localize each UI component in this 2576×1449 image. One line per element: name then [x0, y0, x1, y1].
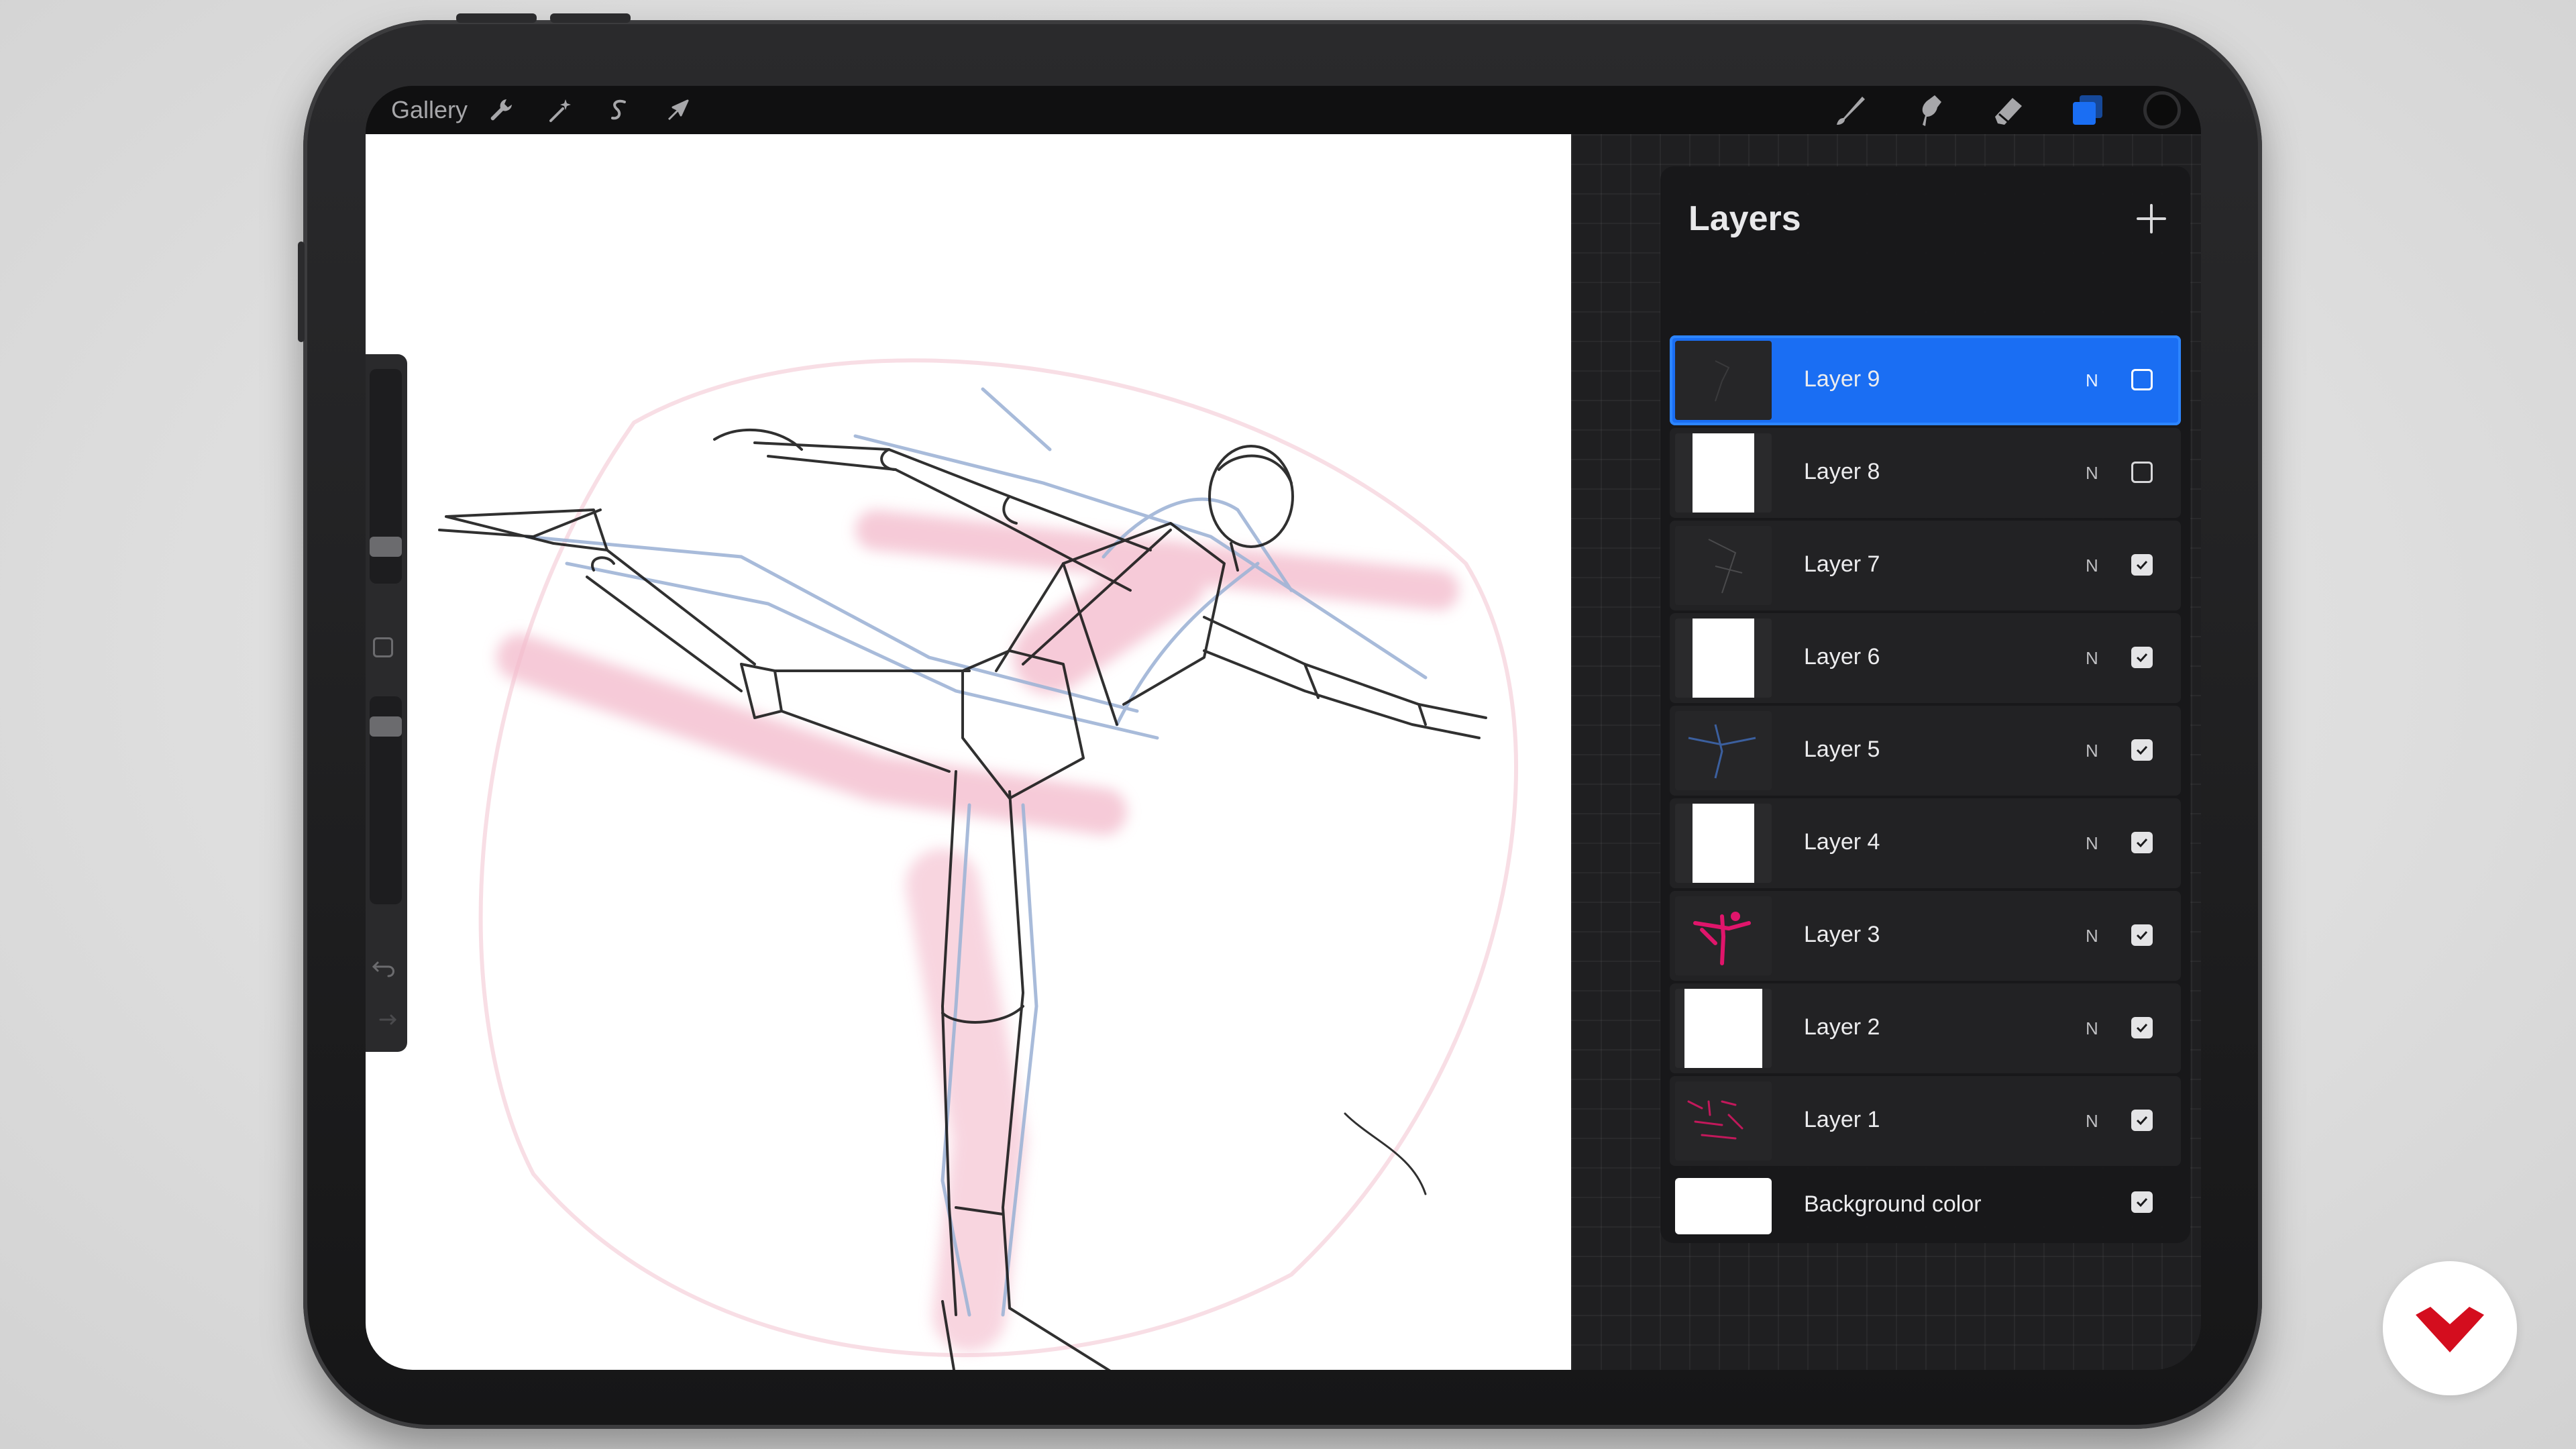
- volume-button: [456, 13, 537, 23]
- visibility-checkbox[interactable]: [2131, 1017, 2153, 1038]
- visibility-checkbox[interactable]: [2131, 462, 2153, 483]
- blend-mode-button[interactable]: N: [2086, 1111, 2098, 1132]
- smudge-icon[interactable]: [1906, 87, 1953, 133]
- checkmark-icon: [2136, 1197, 2148, 1208]
- layer-thumbnail: [1675, 711, 1772, 790]
- blend-mode-button[interactable]: N: [2086, 370, 2098, 391]
- layers-title: Layers: [1688, 199, 1801, 238]
- visibility-checkbox[interactable]: [2131, 739, 2153, 761]
- blend-mode-button[interactable]: N: [2086, 648, 2098, 669]
- checkmark-icon: [2136, 1116, 2148, 1126]
- layer-row-layer-8[interactable]: Layer 8 N: [1670, 428, 2181, 518]
- checkmark-icon: [2136, 930, 2148, 941]
- checkmark-icon: [2136, 653, 2148, 663]
- layer-row-layer-2[interactable]: Layer 2 N: [1670, 983, 2181, 1073]
- layer-name: Layer 9: [1804, 366, 1880, 392]
- layer-name: Layer 5: [1804, 737, 1880, 762]
- magic-wand-icon[interactable]: [540, 90, 580, 130]
- drawing-canvas[interactable]: [366, 134, 1571, 1370]
- visibility-checkbox[interactable]: [2131, 832, 2153, 853]
- layer-thumbnail: [1675, 989, 1772, 1068]
- brand-logo: [2383, 1261, 2517, 1395]
- opacity-slider[interactable]: [370, 696, 402, 904]
- visibility-checkbox[interactable]: [2131, 1191, 2153, 1213]
- layers-icon[interactable]: [2064, 87, 2111, 133]
- layer-row-layer-1[interactable]: Layer 1 N: [1670, 1076, 2181, 1166]
- layer-thumbnail: [1675, 619, 1772, 698]
- layer-row-layer-5[interactable]: Layer 5 N: [1670, 706, 2181, 796]
- layer-name: Layer 7: [1804, 551, 1880, 577]
- visibility-checkbox[interactable]: [2131, 647, 2153, 668]
- layer-name: Layer 1: [1804, 1107, 1880, 1132]
- gallery-button[interactable]: Gallery: [378, 96, 481, 124]
- wrench-icon[interactable]: [481, 90, 521, 130]
- add-layer-icon[interactable]: [2131, 199, 2171, 239]
- brand-logo-icon: [2416, 1307, 2484, 1352]
- checkmark-icon: [2136, 838, 2148, 848]
- layer-name: Background color: [1804, 1191, 1982, 1217]
- sidebar: [366, 354, 407, 1052]
- brush-icon[interactable]: [1827, 87, 1874, 133]
- layers-panel: Layers Layer 9 N Layer 8 N Layer 7 N Lay…: [1660, 166, 2190, 1243]
- layer-name: Layer 3: [1804, 922, 1880, 947]
- layer-name: Layer 6: [1804, 644, 1880, 669]
- top-toolbar: Gallery: [366, 86, 2201, 134]
- layer-row-layer-4[interactable]: Layer 4 N: [1670, 798, 2181, 888]
- blend-mode-button[interactable]: N: [2086, 926, 2098, 947]
- layer-row-layer-7[interactable]: Layer 7 N: [1670, 521, 2181, 610]
- layer-thumbnail: [1675, 341, 1772, 420]
- checkmark-icon: [2136, 1023, 2148, 1033]
- sketch-artwork: [438, 358, 1518, 1370]
- transform-icon[interactable]: [658, 90, 698, 130]
- selection-icon[interactable]: [599, 90, 639, 130]
- visibility-checkbox[interactable]: [2131, 1110, 2153, 1131]
- layer-name: Layer 8: [1804, 459, 1880, 484]
- layer-name: Layer 2: [1804, 1014, 1880, 1040]
- opacity-thumb[interactable]: [370, 716, 402, 737]
- layer-thumbnail: [1675, 526, 1772, 605]
- blend-mode-button[interactable]: N: [2086, 463, 2098, 484]
- eraser-icon[interactable]: [1985, 87, 2032, 133]
- side-button: [298, 241, 305, 342]
- layer-thumbnail: [1675, 804, 1772, 883]
- layer-thumbnail: [1675, 896, 1772, 975]
- layer-row-layer-9[interactable]: Layer 9 N: [1670, 335, 2181, 425]
- layer-row-layer-6[interactable]: Layer 6 N: [1670, 613, 2181, 703]
- layer-row-layer-3[interactable]: Layer 3 N: [1670, 891, 2181, 981]
- color-picker-button[interactable]: [2143, 91, 2181, 129]
- blend-mode-button[interactable]: N: [2086, 555, 2098, 576]
- visibility-checkbox[interactable]: [2131, 369, 2153, 390]
- layer-thumbnail: [1675, 1081, 1772, 1161]
- blend-mode-button[interactable]: N: [2086, 833, 2098, 854]
- brush-size-slider[interactable]: [370, 369, 402, 584]
- eyedropper-button[interactable]: [373, 637, 393, 657]
- visibility-checkbox[interactable]: [2131, 554, 2153, 576]
- undo-icon[interactable]: [371, 953, 398, 980]
- blend-mode-button[interactable]: N: [2086, 741, 2098, 761]
- power-button: [550, 13, 631, 23]
- blend-mode-button[interactable]: N: [2086, 1018, 2098, 1039]
- layer-thumbnail: [1675, 433, 1772, 513]
- background-color-swatch[interactable]: [1675, 1178, 1772, 1234]
- visibility-checkbox[interactable]: [2131, 924, 2153, 946]
- layer-name: Layer 4: [1804, 829, 1880, 855]
- layer-row-background-color[interactable]: Background color: [1670, 1171, 2181, 1238]
- brush-size-thumb[interactable]: [370, 537, 402, 557]
- app-screen: Gallery Layers Layer 9 N Layer 8 N Layer…: [366, 86, 2201, 1370]
- redo-icon[interactable]: [371, 1006, 398, 1033]
- checkmark-icon: [2136, 745, 2148, 755]
- checkmark-icon: [2136, 560, 2148, 570]
